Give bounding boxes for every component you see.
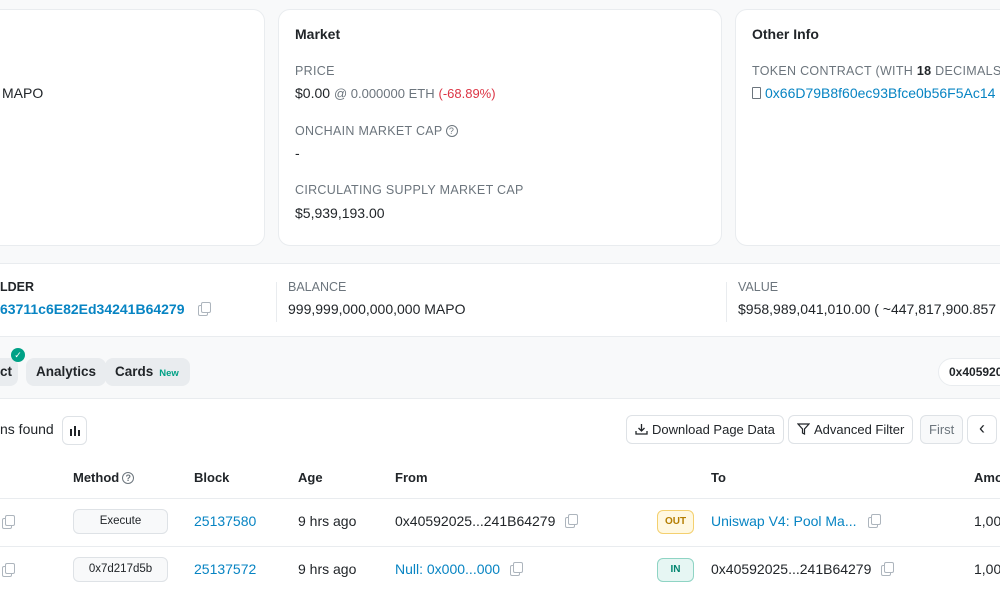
block-link[interactable]: 25137580 [194, 513, 256, 529]
block-header: Block [194, 470, 230, 485]
to-address-link[interactable]: Uniswap V4: Pool Ma... [711, 513, 857, 529]
method-badge: Execute [73, 509, 168, 534]
onchain-cap-label: ONCHAIN MARKET CAP? [295, 124, 458, 138]
from-address-link[interactable]: Null: 0x000...000 [395, 561, 500, 577]
balance-value: 999,999,000,000,000 MAPO [288, 301, 466, 317]
question-icon[interactable]: ? [122, 472, 135, 484]
download-page-data-button[interactable]: Download Page Data [626, 415, 784, 444]
onchain-cap-value: - [295, 145, 300, 161]
holder-strip: LDER 63711c6E82Ed34241B64279 BALANCE 999… [0, 263, 1000, 337]
contract-decimals: 18 [916, 64, 932, 78]
advanced-filter-label: Advanced Filter [814, 422, 905, 437]
amount-cell: 1,00 [974, 513, 1000, 529]
advanced-filter-button[interactable]: Advanced Filter [788, 415, 914, 444]
from-header: From [395, 470, 428, 485]
price-label: PRICE [295, 64, 335, 78]
method-header-label: Method [73, 470, 120, 485]
from-address[interactable]: 0x40592025...241B64279 [395, 513, 555, 529]
divider [0, 546, 1000, 547]
chart-button[interactable] [62, 416, 87, 445]
token-contract-link[interactable]: 0x66D79B8f60ec93Bfce0b56F5Ac14 [765, 85, 995, 101]
document-icon [752, 87, 761, 99]
age-cell: 9 hrs ago [298, 561, 357, 577]
contract-label-prefix: TOKEN CONTRACT (WITH [752, 64, 917, 78]
token-contract-value: 0x66D79B8f60ec93Bfce0b56F5Ac14 [752, 85, 995, 101]
direction-badge: IN [657, 558, 694, 582]
to-address[interactable]: 0x40592025...241B64279 [711, 561, 871, 577]
holder-address-link[interactable]: 63711c6E82Ed34241B64279 [0, 301, 185, 317]
amount-cell: 1,00 [974, 561, 1000, 577]
age-cell: 9 hrs ago [298, 513, 357, 529]
holder-address-row: 63711c6E82Ed34241B64279 [0, 301, 212, 317]
divider [0, 498, 1000, 499]
other-info-card: Other Info TOKEN CONTRACT (WITH 18 DECIM… [735, 9, 1000, 246]
price-value: $0.00 @ 0.000000 ETH (-68.89%) [295, 85, 496, 101]
holder-label: LDER [0, 280, 35, 294]
download-icon [635, 424, 648, 435]
direction-badge: OUT [657, 510, 694, 534]
copy-icon[interactable] [509, 562, 523, 576]
filter-icon [796, 423, 811, 435]
divider [276, 282, 277, 322]
onchain-cap-label-text: ONCHAIN MARKET CAP [295, 124, 443, 138]
prev-page-button[interactable]: ‹ [967, 415, 997, 444]
age-header[interactable]: Age [298, 470, 323, 485]
copy-icon[interactable] [198, 302, 212, 316]
divider [726, 282, 727, 322]
amount-header[interactable]: Amo [974, 470, 1000, 485]
copy-icon[interactable] [2, 563, 15, 577]
balance-label: BALANCE [288, 280, 347, 294]
bar-chart-icon [69, 426, 80, 436]
max-supply-unit: MAPO [2, 85, 44, 101]
copy-icon[interactable] [2, 515, 15, 529]
token-contract-label: TOKEN CONTRACT (WITH 18 DECIMALS) [752, 64, 1000, 78]
circ-cap-label: CIRCULATING SUPPLY MARKET CAP [295, 183, 524, 197]
circ-cap-value: $5,939,193.00 [295, 205, 385, 221]
market-title: Market [295, 26, 341, 42]
value-value: $958,989,041,010.00 ( ~447,817,900.857 [738, 301, 997, 317]
other-info-title: Other Info [752, 26, 819, 42]
copy-icon[interactable] [565, 514, 579, 528]
new-badge: New [159, 368, 179, 379]
price-usd: $0.00 [295, 85, 331, 101]
first-page-button[interactable]: First [920, 415, 964, 444]
to-header: To [711, 470, 726, 485]
from-cell: 0x40592025...241B64279 [395, 513, 579, 529]
value-label: VALUE [738, 280, 779, 294]
method-header: Method? [73, 470, 135, 485]
to-cell: 0x40592025...241B64279 [711, 561, 895, 577]
market-card: Market PRICE $0.00 @ 0.000000 ETH (-68.8… [278, 9, 722, 246]
download-label: Download Page Data [652, 422, 775, 437]
to-cell: Uniswap V4: Pool Ma... [711, 513, 882, 529]
method-badge: 0x7d217d5b [73, 557, 168, 582]
price-eth: @ 0.000000 ETH [333, 86, 435, 101]
question-icon[interactable]: ? [445, 125, 458, 137]
tab-analytics[interactable]: Analytics [26, 358, 107, 386]
copy-icon[interactable] [881, 562, 895, 576]
overview-card: MAPO [0, 9, 265, 246]
found-count-text: ns found [0, 421, 54, 437]
price-change: (-68.89%) [438, 86, 496, 101]
tab-cards[interactable]: Cards New [105, 358, 190, 386]
from-cell: Null: 0x000...000 [395, 561, 523, 577]
verified-check-icon: ✓ [11, 348, 25, 362]
contract-label-suffix: DECIMALS) [931, 64, 1000, 78]
copy-icon[interactable] [868, 514, 882, 528]
tab-cards-label: Cards [115, 364, 154, 379]
tab-contract[interactable]: ct [0, 358, 18, 386]
address-filter-chip[interactable]: 0x405920 [938, 358, 1000, 386]
block-link[interactable]: 25137572 [194, 561, 256, 577]
